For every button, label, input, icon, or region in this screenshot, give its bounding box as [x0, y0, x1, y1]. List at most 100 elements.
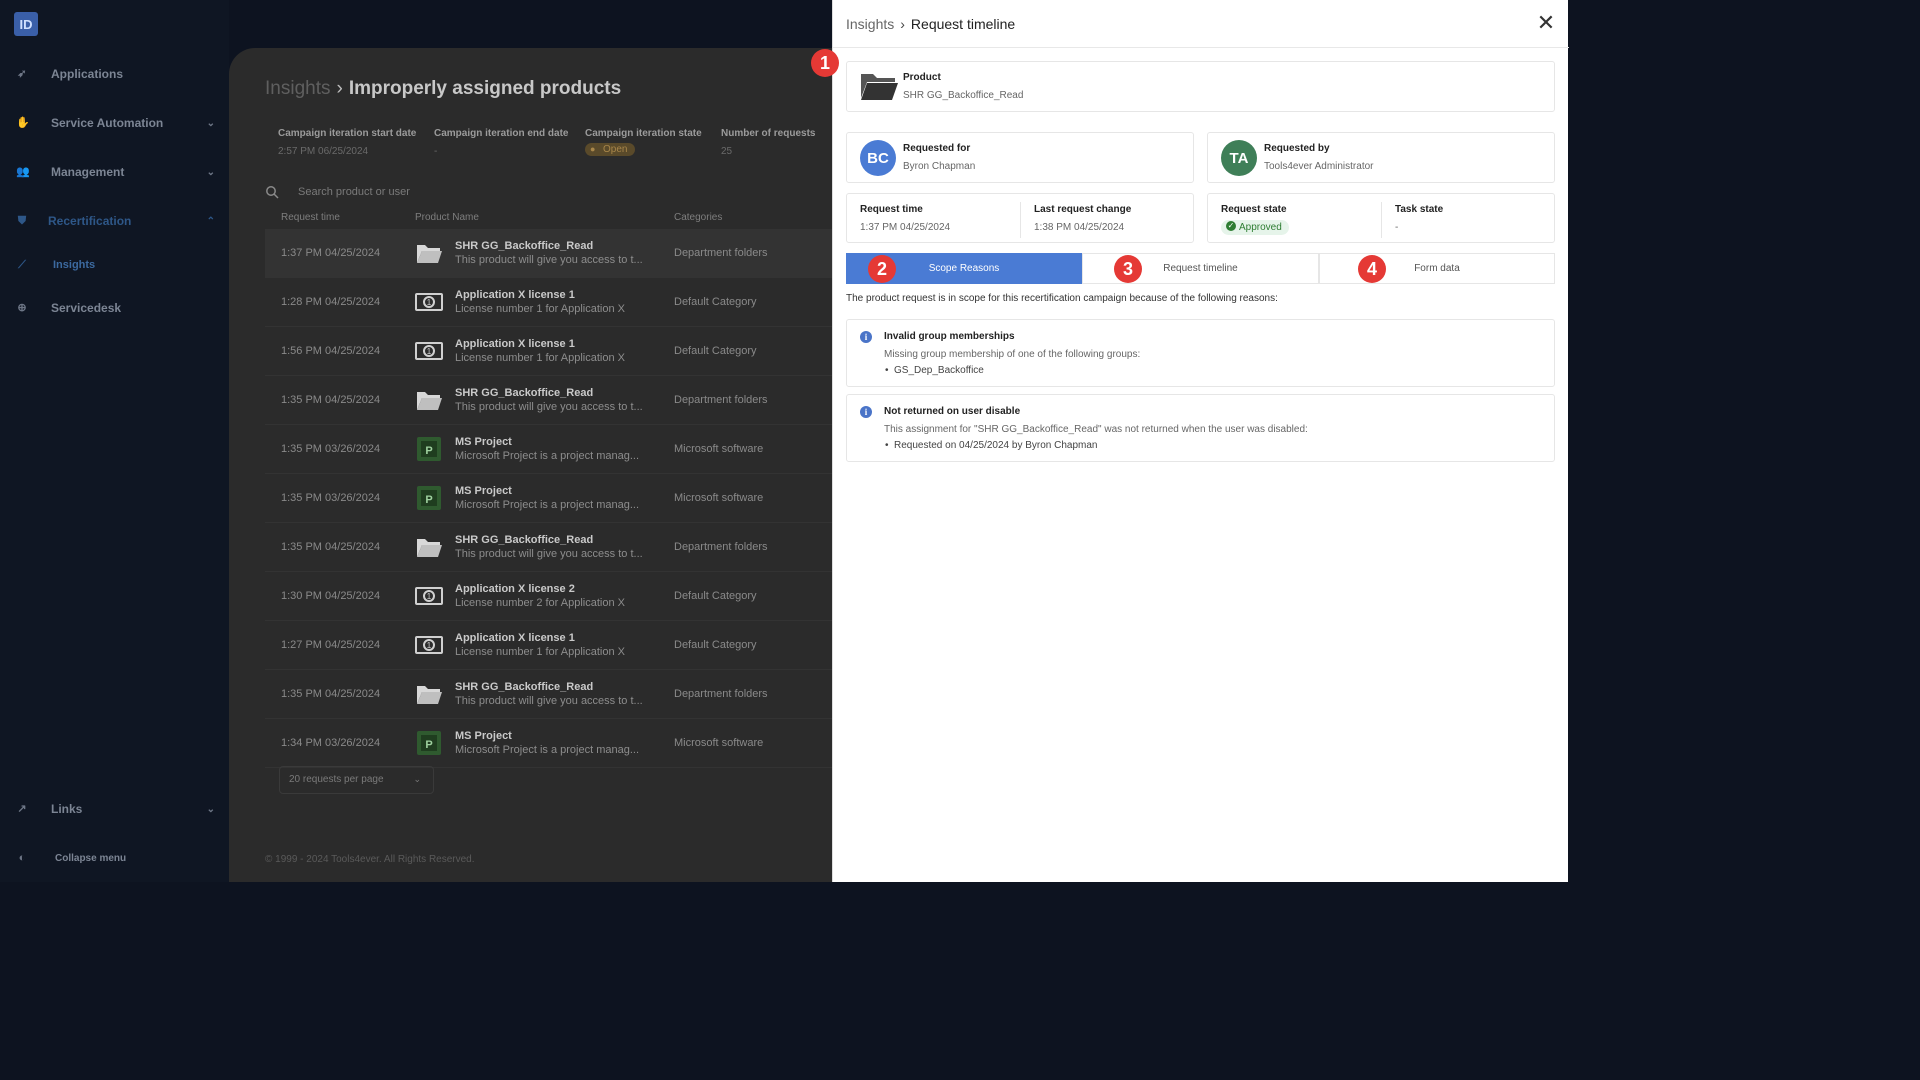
table-row[interactable]: 1:37 PM 04/25/2024 SHR GG_Backoffice_Read…	[265, 229, 849, 278]
request-time-value: 1:37 PM 04/25/2024	[860, 222, 951, 233]
sidebar-item-recertification[interactable]: ⛊ Recertification ⌃	[0, 206, 229, 236]
sidebar-item-label: Recertification	[48, 214, 132, 228]
sidebar-item-label: Servicedesk	[51, 301, 122, 315]
breadcrumb-parent[interactable]: Insights	[265, 78, 330, 99]
svg-text:1: 1	[427, 592, 432, 601]
sidebar-item-applications[interactable]: ➶ Applications	[0, 59, 229, 89]
chevron-down-icon: ⌄	[206, 803, 215, 815]
requested-for-card: BC Requested for Byron Chapman	[846, 132, 1194, 183]
request-time: 1:35 PM 04/25/2024	[281, 688, 381, 700]
close-icon[interactable]: ✕	[1535, 12, 1557, 35]
tab-form-data[interactable]: Form data	[1319, 253, 1555, 284]
stat-label: Campaign iteration state	[585, 128, 702, 139]
drawer-header: Insights › Request timeline ✕	[833, 0, 1569, 48]
breadcrumb: Insights › Improperly assigned products	[265, 78, 621, 100]
page-title: Improperly assigned products	[348, 78, 622, 99]
annotation-marker-2: 2	[868, 255, 896, 283]
product-description: License number 1 for Application X	[455, 352, 625, 364]
svg-text:1: 1	[427, 641, 432, 650]
request-time: 1:27 PM 04/25/2024	[281, 639, 381, 651]
product-name: SHR GG_Backoffice_Read	[455, 240, 594, 252]
stat-value: 2:57 PM 06/25/2024	[278, 146, 369, 157]
search-input[interactable]: Search product or user	[298, 186, 410, 198]
request-states-card: Request state Approved Task state -	[1207, 193, 1555, 243]
sidebar-item-insights[interactable]: ⟋ Insights	[0, 250, 229, 280]
reason-description: Missing group membership of one of the f…	[884, 349, 1141, 360]
table-row[interactable]: 1:34 PM 03/26/2024 P MS Project Microsoft P…	[265, 719, 849, 768]
stat-label: Campaign iteration start date	[278, 128, 417, 139]
product-description: Microsoft Project is a project manag...	[455, 450, 640, 462]
product-description: Microsoft Project is a project manag...	[455, 744, 640, 756]
external-link-icon: ↗	[17, 803, 27, 815]
license-icon: 1	[415, 582, 443, 610]
request-detail-drawer: Insights › Request timeline ✕ Product SHR …	[832, 0, 1569, 882]
footer-copyright: © 1999 - 2024 Tools4ever. All Rights Res…	[265, 854, 475, 865]
column-header[interactable]: Product Name	[415, 212, 479, 223]
rocket-icon: ➶	[17, 68, 27, 80]
sidebar-item-label: Applications	[51, 67, 124, 81]
table-row[interactable]: 1:56 PM 04/25/2024 1 Application X license…	[265, 327, 849, 376]
ms-project-icon: P	[415, 729, 443, 757]
request-time: 1:30 PM 04/25/2024	[281, 590, 381, 602]
info-icon: i	[860, 406, 872, 418]
drawer-title: Request timeline	[910, 16, 1016, 32]
table-row[interactable]: 1:35 PM 04/25/2024 SHR GG_Backoffice_Read…	[265, 523, 849, 572]
users-icon: 👥	[16, 166, 30, 178]
collapse-icon: ◐	[18, 852, 26, 864]
license-icon: 1	[415, 288, 443, 316]
license-icon: 1	[415, 337, 443, 365]
folder-icon	[415, 533, 443, 561]
table-row[interactable]: 1:28 PM 04/25/2024 1 Application X license…	[265, 278, 849, 327]
column-header[interactable]: Request time	[281, 212, 340, 223]
folder-icon	[415, 680, 443, 708]
requested-for-title: Requested for	[903, 143, 971, 154]
table-row[interactable]: 1:35 PM 03/26/2024 P MS Project Microsoft P…	[265, 474, 849, 523]
request-time: 1:35 PM 04/25/2024	[281, 541, 381, 553]
product-name: SHR GG_Backoffice_Read	[455, 387, 594, 399]
product-card: Product SHR GG_Backoffice_Read	[846, 61, 1555, 112]
table-row[interactable]: 1:35 PM 04/25/2024 SHR GG_Backoffice_Read…	[265, 670, 849, 719]
product-category: Microsoft software	[674, 443, 764, 455]
chevron-right-icon: ›	[900, 16, 905, 32]
chevron-down-icon: ⌄	[206, 166, 215, 178]
column-header[interactable]: Categories	[674, 212, 722, 223]
svg-text:P: P	[425, 739, 432, 751]
product-name: SHR GG_Backoffice_Read	[455, 534, 594, 546]
annotation-marker-1: 1	[811, 49, 839, 77]
table-row[interactable]: 1:27 PM 04/25/2024 1 Application X license…	[265, 621, 849, 670]
hand-icon: ✋	[16, 117, 30, 129]
sidebar-item-links[interactable]: ↗ Links ⌄	[0, 794, 229, 824]
breadcrumb-parent[interactable]: Insights	[846, 16, 894, 32]
table-row[interactable]: 1:35 PM 04/25/2024 SHR GG_Backoffice_Read…	[265, 376, 849, 425]
product-description: License number 1 for Application X	[455, 303, 625, 315]
ms-project-icon: P	[415, 484, 443, 512]
requested-for-value: Byron Chapman	[903, 161, 976, 172]
chevron-down-icon: ⌄	[206, 117, 215, 129]
folder-icon	[861, 74, 898, 100]
main-content: Insights › Improperly assigned products Ca…	[229, 48, 849, 882]
sidebar-item-servicedesk[interactable]: ⊕ Servicedesk	[0, 293, 229, 323]
product-name: Application X license 1	[455, 632, 575, 644]
campaign-stats: Campaign iteration start date 2:57 PM 06…	[265, 118, 849, 168]
sidebar: ID ➶ Applications ✋ Service Automation ⌄…	[0, 0, 229, 882]
product-name: MS Project	[455, 730, 512, 742]
task-state-title: Task state	[1395, 204, 1444, 215]
stat-value: -	[434, 146, 438, 157]
divider	[1020, 202, 1021, 238]
table-row[interactable]: 1:35 PM 03/26/2024 P MS Project Microsoft P…	[265, 425, 849, 474]
sidebar-item-management[interactable]: 👥 Management ⌄	[0, 157, 229, 187]
reason-card: i Invalid group memberships Missing grou…	[846, 319, 1555, 387]
product-name: SHR GG_Backoffice_Read	[455, 681, 594, 693]
page-size-select[interactable]: 20 requests per page ⌄	[279, 766, 434, 794]
product-category: Default Category	[674, 639, 757, 651]
avatar: TA	[1221, 140, 1257, 176]
stat-value: 25	[721, 146, 733, 157]
request-time: 1:35 PM 04/25/2024	[281, 394, 381, 406]
collapse-menu-button[interactable]: ◐ Collapse menu	[0, 843, 229, 873]
product-name: MS Project	[455, 436, 512, 448]
request-time-title: Request time	[860, 204, 923, 215]
product-name: MS Project	[455, 485, 512, 497]
product-category: Default Category	[674, 296, 757, 308]
table-row[interactable]: 1:30 PM 04/25/2024 1 Application X license…	[265, 572, 849, 621]
sidebar-item-service-automation[interactable]: ✋ Service Automation ⌄	[0, 108, 229, 138]
